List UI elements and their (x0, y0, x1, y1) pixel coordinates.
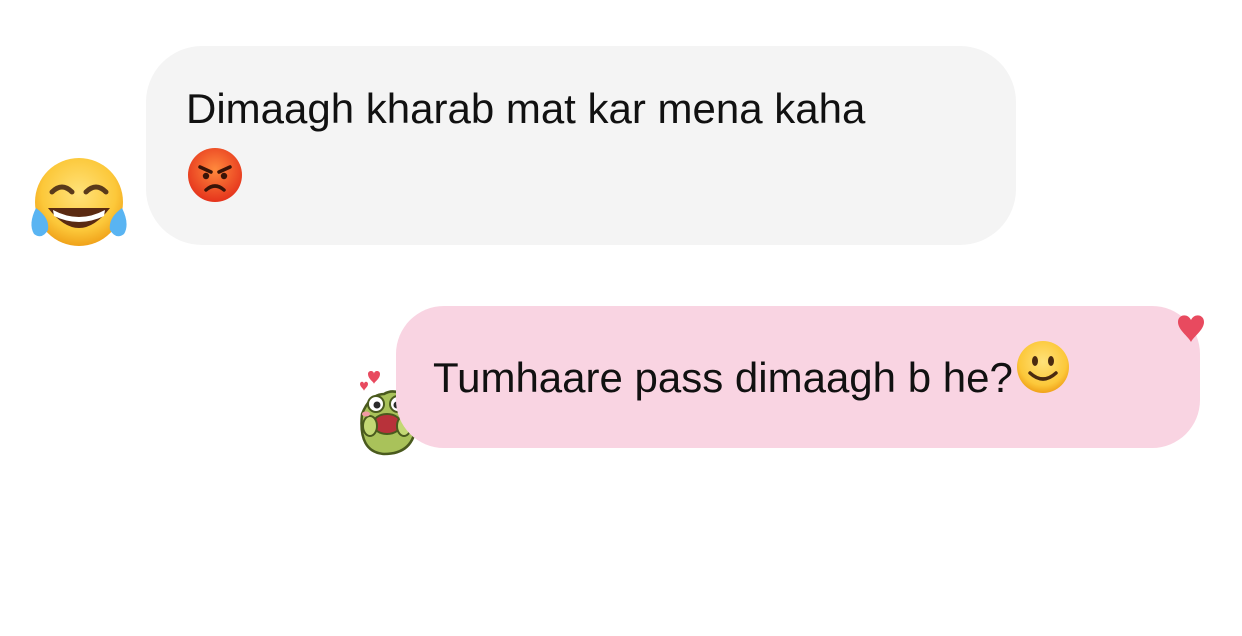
laughing-avatar-icon[interactable] (28, 156, 130, 250)
sent-message-bubble[interactable]: Tumhaare pass dimaagh b he? (396, 306, 1200, 448)
received-message-text: Dimaagh kharab mat kar mena kaha (186, 85, 866, 132)
chat-screen: Dimaagh kharab mat kar mena kaha Tumhaar… (0, 0, 1242, 636)
heart-reaction-icon[interactable] (1174, 310, 1208, 344)
sent-message-text: Tumhaare pass dimaagh b he? (433, 354, 1013, 401)
angry-face-icon (186, 146, 244, 221)
received-message-bubble[interactable]: Dimaagh kharab mat kar mena kaha (146, 46, 1016, 245)
slightly-smiling-face-icon (1015, 339, 1071, 412)
